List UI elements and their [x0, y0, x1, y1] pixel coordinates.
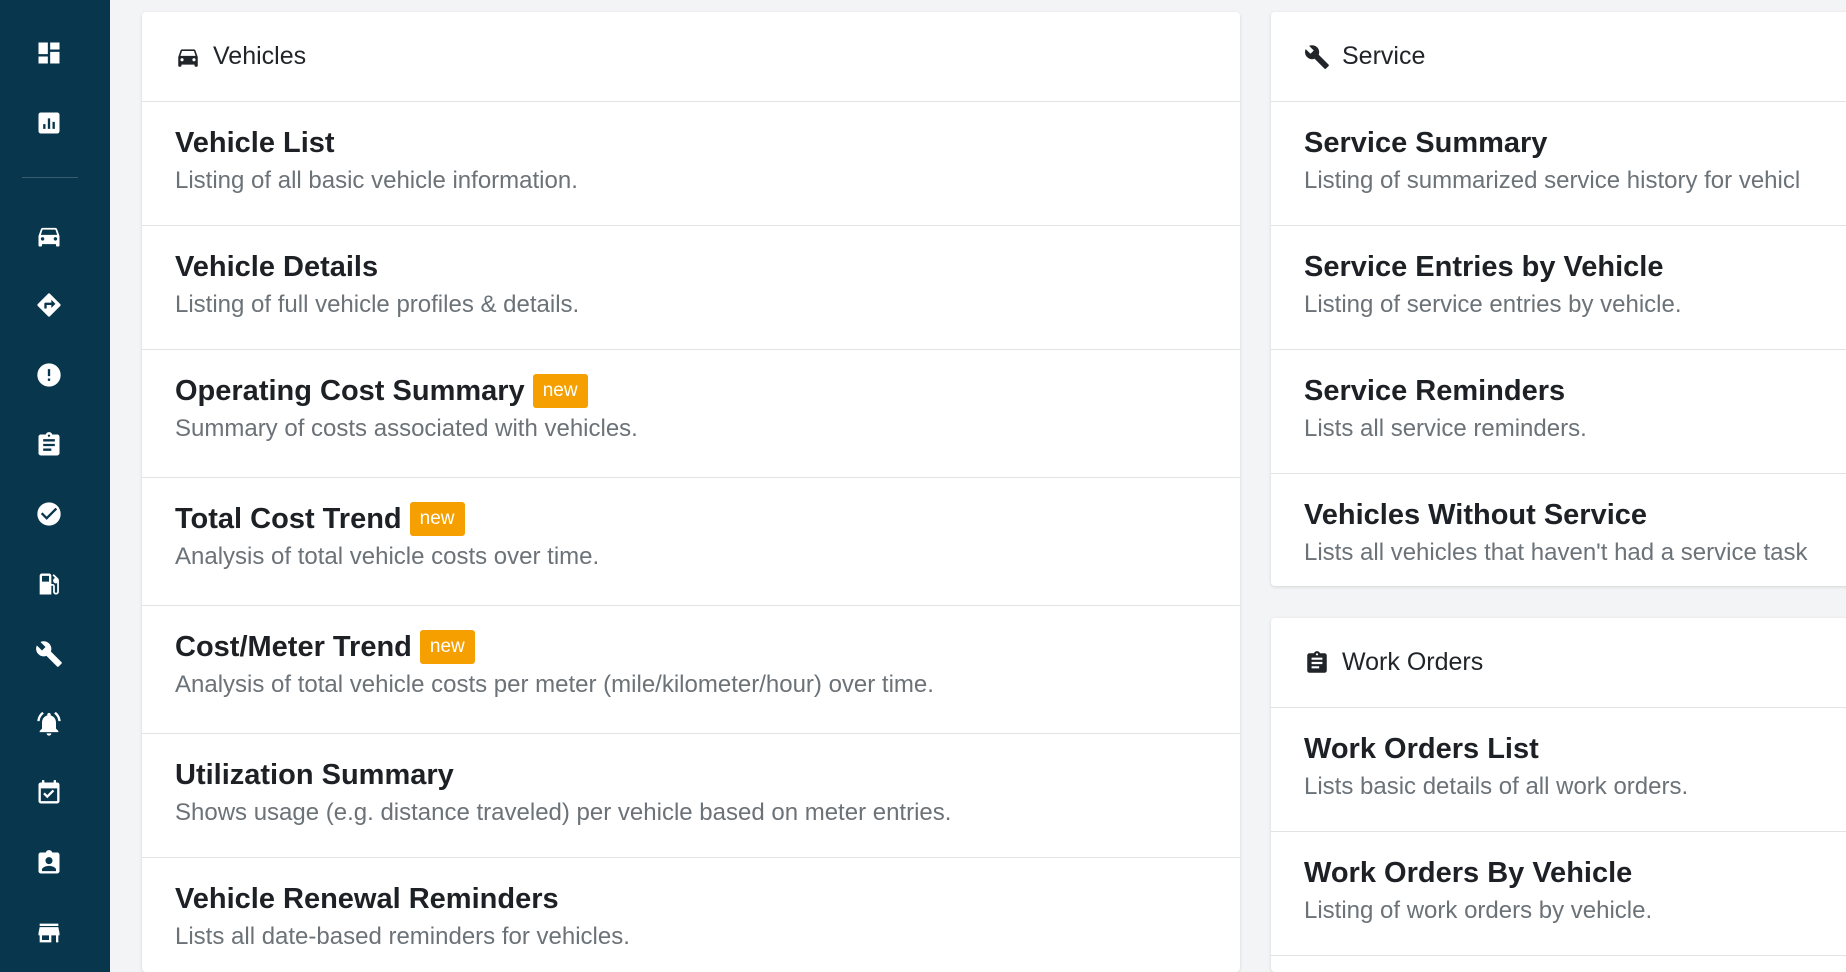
reports-icon[interactable]: [32, 106, 66, 140]
vendors-icon[interactable]: [32, 916, 66, 950]
issues-icon[interactable]: [32, 358, 66, 392]
report-description: Listing of all basic vehicle information…: [175, 167, 578, 194]
report-vehicles-without-service[interactable]: Vehicles Without Service Lists all vehic…: [1271, 474, 1846, 586]
report-title: Service Reminders: [1304, 375, 1566, 407]
clipboard-icon: [1307, 650, 1327, 673]
report-title: Vehicle List: [175, 127, 335, 159]
report-utilization-summary[interactable]: Utilization Summary Shows usage (e.g. di…: [142, 734, 1240, 858]
report-service-summary[interactable]: Service Summary Listing of summarized se…: [1271, 102, 1846, 226]
report-title: Vehicles Without Service: [1304, 499, 1648, 531]
report-total-cost-trend[interactable]: Total Cost Trend new Analysis of total v…: [142, 478, 1240, 606]
sidebar-divider: [22, 177, 78, 178]
report-cost-meter-trend[interactable]: Cost/Meter Trend new Analysis of total v…: [142, 606, 1240, 734]
report-title: Cost/Meter Trend: [175, 631, 412, 663]
checklist-icon[interactable]: [32, 497, 66, 531]
new-badge: new: [532, 374, 588, 408]
report-service-entries-by-vehicle[interactable]: Service Entries by Vehicle Listing of se…: [1271, 226, 1846, 350]
report-title: Utilization Summary: [175, 759, 454, 791]
report-title: Service Summary: [1304, 127, 1548, 159]
report-title: Work Orders List: [1304, 733, 1539, 765]
report-vehicle-details[interactable]: Vehicle Details Listing of full vehicle …: [142, 226, 1240, 350]
report-description: Listing of service entries by vehicle.: [1304, 291, 1682, 318]
report-title-row: Total Cost Trend new: [175, 500, 1207, 538]
report-description: Lists basic details of all work orders.: [1304, 773, 1689, 800]
new-badge: new: [409, 502, 465, 536]
report-title: Operating Cost Summary: [175, 375, 525, 407]
report-title: Total Cost Trend: [175, 503, 402, 535]
report-operating-cost-summary[interactable]: Operating Cost Summary new Summary of co…: [142, 350, 1240, 478]
routes-icon[interactable]: [32, 288, 66, 322]
reminders-icon[interactable]: [32, 707, 66, 741]
report-title: Work Orders By Vehicle: [1304, 857, 1633, 889]
work-orders-card-title: Work Orders: [1342, 648, 1484, 676]
report-description: Lists all vehicles that haven't had a se…: [1304, 539, 1808, 566]
work-orders-card: Work Orders Work Orders List Lists basic…: [1271, 618, 1846, 972]
report-description: Lists all service reminders.: [1304, 415, 1587, 442]
service-card-header: Service: [1271, 12, 1846, 102]
service-card: Service Service Summary Listing of summa…: [1271, 12, 1846, 586]
vehicles-card-title: Vehicles: [213, 42, 307, 70]
report-description: Listing of summarized service history fo…: [1304, 167, 1801, 194]
vehicles-card-header: Vehicles: [142, 12, 1240, 102]
report-title: Service Entries by Vehicle: [1304, 251, 1664, 283]
report-vehicle-renewal-reminders[interactable]: Vehicle Renewal Reminders Lists all date…: [142, 858, 1240, 972]
calendar-icon[interactable]: [32, 776, 66, 810]
report-description: Lists all date-based reminders for vehic…: [175, 923, 630, 950]
report-description: Analysis of total vehicle costs per mete…: [175, 671, 934, 698]
report-description: Listing of full vehicle profiles & detai…: [175, 291, 580, 318]
fuel-icon[interactable]: [32, 567, 66, 601]
wrench-icon: [1305, 44, 1329, 69]
report-description: Summary of costs associated with vehicle…: [175, 415, 638, 442]
vehicles-card: Vehicles Vehicle List Listing of all bas…: [142, 12, 1240, 972]
report-title: Vehicle Renewal Reminders: [175, 883, 559, 915]
report-vehicle-list[interactable]: Vehicle List Listing of all basic vehicl…: [142, 102, 1240, 226]
report-title-row: Cost/Meter Trend new: [175, 628, 1207, 666]
report-title-row: Operating Cost Summary new: [175, 372, 1207, 410]
report-service-reminders[interactable]: Service Reminders Lists all service remi…: [1271, 350, 1846, 474]
report-title: Vehicle Details: [175, 251, 379, 283]
report-description: Analysis of total vehicle costs over tim…: [175, 543, 600, 570]
report-work-orders-list[interactable]: Work Orders List Lists basic details of …: [1271, 708, 1846, 832]
report-work-orders-by-vehicle[interactable]: Work Orders By Vehicle Listing of work o…: [1271, 832, 1846, 956]
report-description: Shows usage (e.g. distance traveled) per…: [175, 799, 952, 826]
new-badge: new: [419, 630, 475, 664]
inspections-icon[interactable]: [32, 428, 66, 462]
sidebar: [0, 0, 110, 972]
car-icon: [178, 48, 198, 67]
service-icon[interactable]: [32, 637, 66, 671]
service-card-title: Service: [1342, 42, 1426, 70]
contacts-icon[interactable]: [32, 846, 66, 880]
dashboard-icon[interactable]: [32, 36, 66, 70]
vehicles-icon[interactable]: [32, 219, 66, 253]
work-orders-card-header: Work Orders: [1271, 618, 1846, 708]
report-description: Listing of work orders by vehicle.: [1304, 897, 1653, 924]
